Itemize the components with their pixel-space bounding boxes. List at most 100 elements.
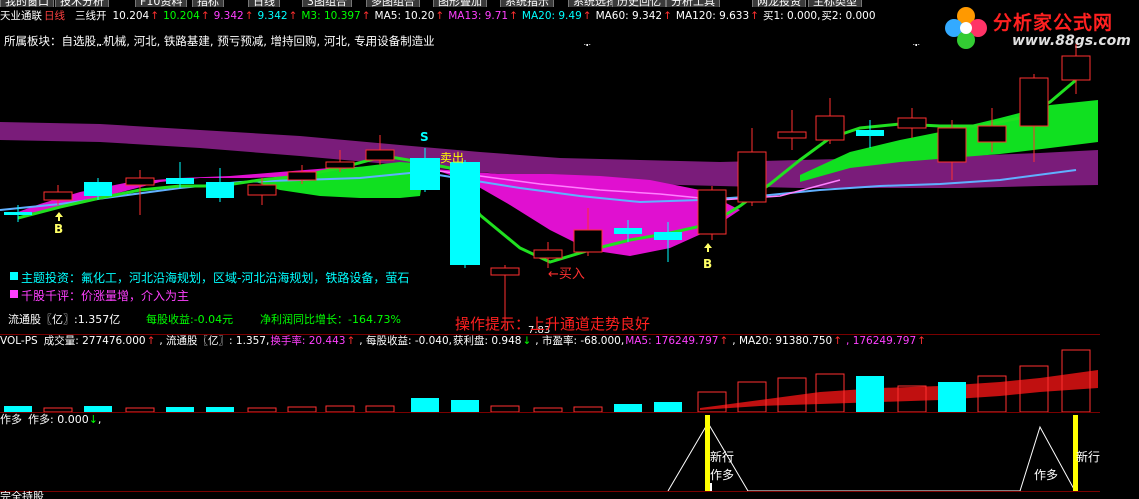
sell-label: 卖出 (440, 151, 464, 165)
signal-mark-new-2: 新行 (1076, 449, 1100, 464)
comment-info: 千股千评：价涨量增，介入为主 (21, 289, 190, 303)
volume-value-7: ↓ (522, 335, 532, 347)
candle-15 (614, 228, 642, 234)
candle-4 (166, 178, 194, 184)
candle-20 (815, 115, 845, 141)
menu-item-4[interactable]: 日线 (248, 0, 280, 7)
header-value-14: MA20: 9.49 (521, 10, 582, 22)
signal-mark-long-2: 作多 (1034, 468, 1058, 482)
volume-value-11: , MA20: 91380.750 (732, 335, 833, 347)
comment-legend-icon (10, 290, 18, 298)
buy-label: ←买入 (548, 267, 585, 282)
candle-0 (4, 212, 32, 215)
stock-name: 天业通联 (0, 10, 42, 22)
volume-bar-10 (411, 398, 439, 412)
header-value-19: ↑ (750, 10, 759, 22)
header-value-20: 买1: 0.000, (762, 10, 821, 22)
volume-value-3: 换手率: 20.443 (270, 335, 346, 347)
header-value-18: MA120: 9.633 (675, 10, 750, 22)
volume-value-5: , 每股收益: -0.040, (359, 335, 453, 347)
header-value-7: ↑ (288, 10, 298, 22)
profit-growth-info: 净利润同比增长：-164.73% (260, 313, 401, 326)
header-value-2: 10.204 (163, 10, 200, 22)
volume-value-9: MA5: 176249.797 (625, 335, 719, 347)
volume-value-13: , 176249.797 (846, 335, 917, 347)
volume-value-4: ↑ (346, 335, 356, 347)
volume-bar-23 (938, 382, 966, 412)
header-info-line: 天业通联 日线 三线开 10.204↑ 10.204↑ 9.342↑ 9.342↑ M3: 1… (0, 9, 883, 23)
candle-24 (977, 125, 1007, 143)
volume-value-2: , 流通股〖亿〗: 1.357, (159, 335, 270, 347)
menu-item-12[interactable]: 网龙投资 (752, 0, 806, 7)
volume-value-8: , 市盈率: -68.000, (535, 335, 625, 347)
header-value-1: ↑ (150, 10, 160, 22)
candle-13 (533, 249, 563, 259)
menu-item-6[interactable]: 多图组合 (366, 0, 420, 7)
theme-legend-icon (10, 272, 18, 280)
theme-info: 主题投资：氟化工，河北沿海规划，区域-河北沿海规划，铁路设备，萤石 (21, 271, 410, 285)
menu-item-11[interactable]: 分析工具 (666, 0, 720, 7)
buy-arrow-1-icon (55, 212, 63, 221)
svg-text:✱: ✱ (912, 44, 920, 49)
candle-16 (654, 232, 682, 240)
header-value-9: ↑ (361, 10, 371, 22)
signal-chart[interactable]: 新行 作多 作多 新行 (0, 413, 1100, 491)
volume-chart[interactable] (0, 348, 1100, 412)
eps-info: 每股收益:-0.04元 (146, 313, 234, 326)
candle-8 (325, 161, 355, 169)
candle-5 (206, 182, 234, 198)
menu-item-0[interactable]: 我的窗口 (0, 0, 54, 7)
signal-mark-long-1: 作多 (710, 468, 734, 482)
volume-bars (4, 349, 1091, 412)
volume-bar-11 (451, 400, 479, 412)
bottom-panel-divider (0, 491, 1100, 492)
menu-item-13[interactable]: 主标类型 (808, 0, 862, 7)
volume-info-line: VOL-PS 成交量: 277476.000↑, 流通股〖亿〗: 1.357,换手… (0, 335, 930, 348)
header-value-17: ↑ (663, 10, 672, 22)
header-value-5: ↑ (244, 10, 254, 22)
volume-bar-15 (614, 404, 642, 412)
volume-ma-band (700, 370, 1098, 410)
indicator-values: 10.204↑ 10.204↑ 9.342↑ 9.342↑ M3: 10.397↑ MA5… (113, 10, 877, 22)
header-value-6: 9.342 (257, 10, 288, 22)
buy-signal-b-2: B (703, 257, 712, 271)
menu-item-5[interactable]: 3图组合 (302, 0, 352, 7)
menu-item-3[interactable]: 指标 (192, 0, 224, 7)
header-value-15: ↑ (582, 10, 592, 22)
svg-text:✱: ✱ (583, 44, 591, 49)
volume-values: 成交量: 277476.000↑, 流通股〖亿〗: 1.357,换手率: 20.… (44, 335, 930, 347)
candle-26 (1061, 55, 1091, 81)
candle-6 (247, 184, 277, 196)
candle-7 (287, 171, 317, 181)
menu-item-10[interactable]: 历史回忆 (612, 0, 666, 7)
buy-arrow-2-icon (704, 243, 712, 252)
volume-value-1: ↑ (146, 335, 156, 347)
float-shares-info: 流通股〖亿〗:1.357亿 (8, 313, 121, 326)
menu-item-7[interactable]: 图形叠加 (433, 0, 487, 7)
menu-item-8[interactable]: 系统指示 (500, 0, 554, 7)
top-star-markers: ✱ ✱ ✱ ✱ (96, 44, 920, 49)
volume-value-12: ↑ (833, 335, 843, 347)
volume-panel-label: VOL-PS (0, 335, 38, 347)
svg-text:✱: ✱ (363, 44, 371, 49)
header-value-13: ↑ (509, 10, 518, 22)
operation-tip: 操作提示：上升通道走势良好 (455, 315, 651, 333)
header-value-4: 9.342 (213, 10, 244, 22)
volume-value-10: ↑ (719, 335, 729, 347)
logo-name: 分析家公式网 (993, 12, 1114, 34)
candle-2 (84, 182, 112, 196)
header-value-11: ↑ (435, 10, 445, 22)
candle-10 (410, 158, 440, 190)
signal-mark-new-1: 新行 (710, 449, 734, 464)
candle-18 (737, 151, 767, 203)
header-value-0: 10.204 (112, 10, 150, 22)
candle-9 (365, 149, 395, 161)
candle-12 (490, 267, 520, 276)
menu-item-2[interactable]: F10资料 (135, 0, 188, 7)
flower-icon (945, 7, 987, 49)
volume-bar-21 (856, 376, 884, 412)
candle-23 (937, 127, 967, 163)
menu-item-1[interactable]: 技术分析 (55, 0, 109, 7)
header-value-21: 买2: 0.000 (821, 10, 876, 22)
volume-bar-16 (654, 402, 682, 412)
